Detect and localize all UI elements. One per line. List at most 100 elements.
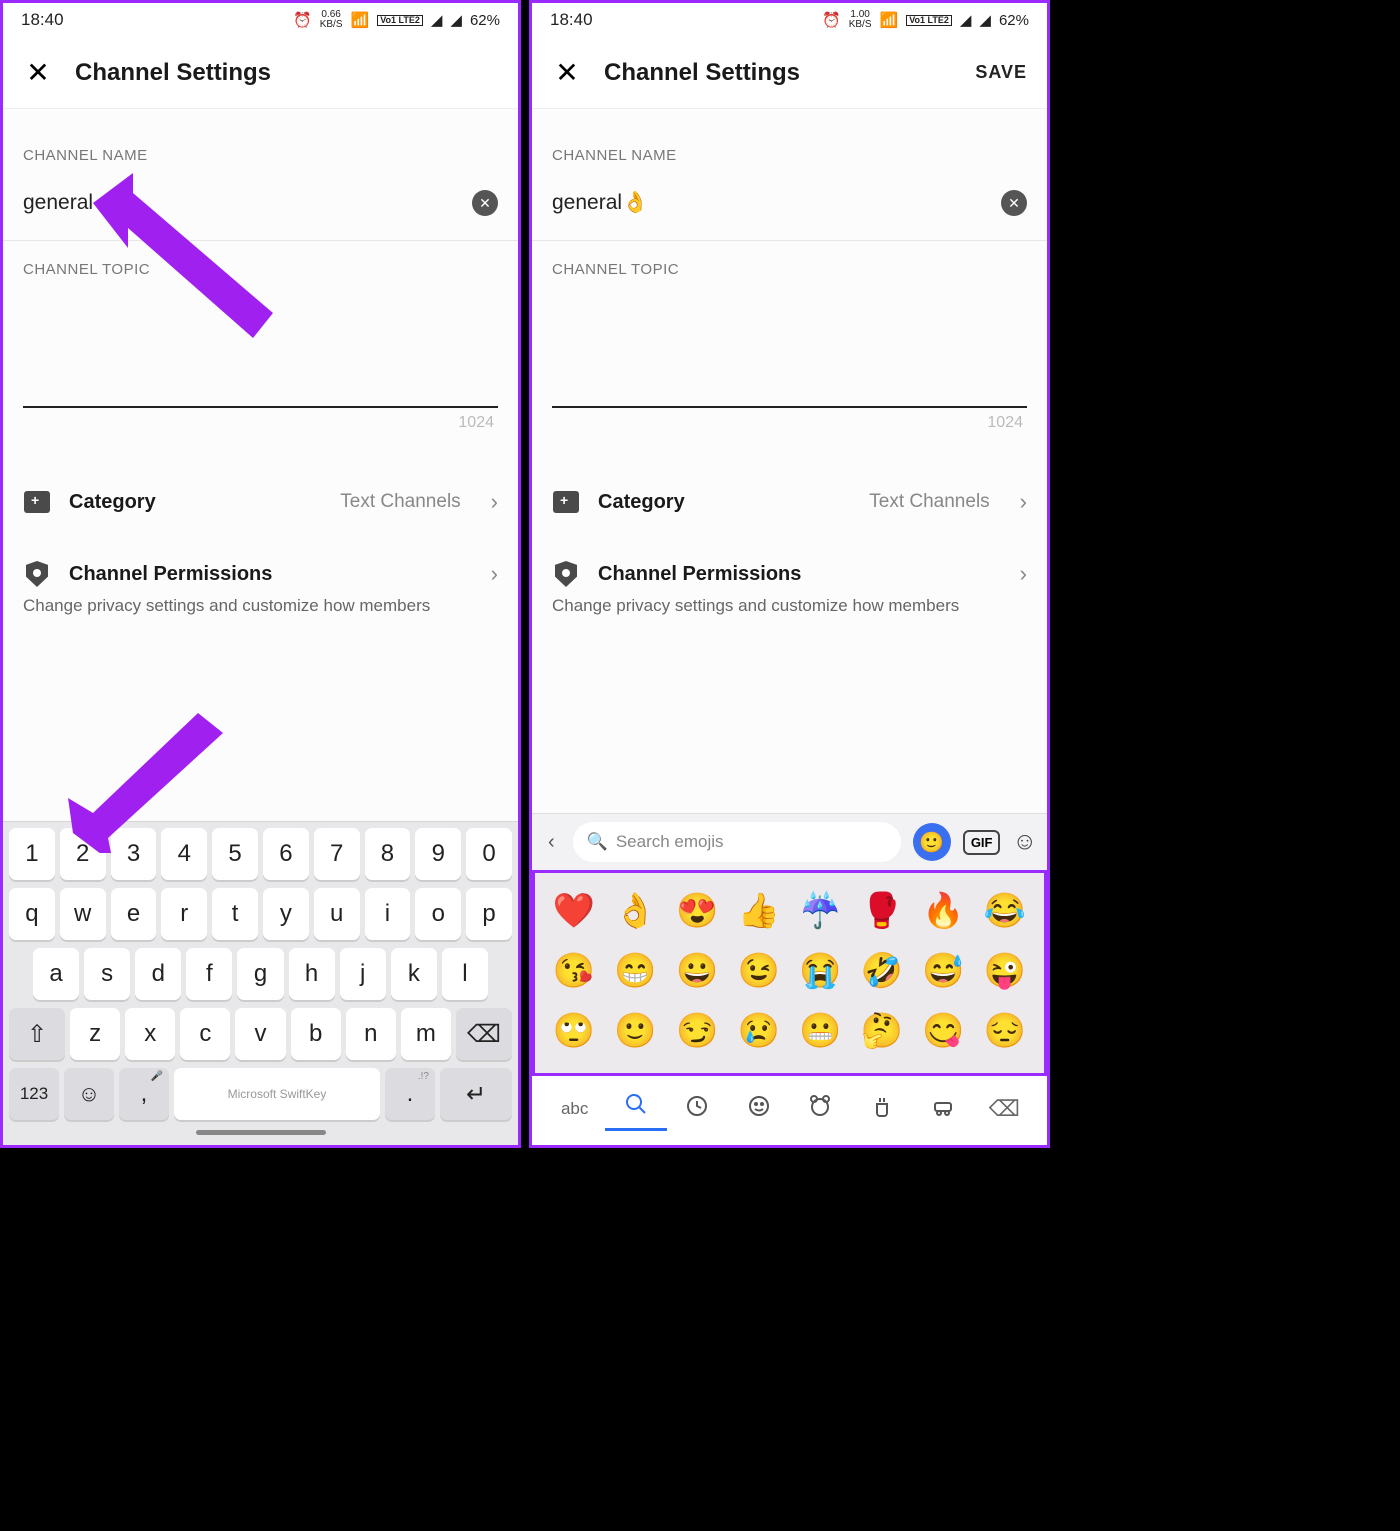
channel-topic-input[interactable] [552,288,1027,408]
clear-icon[interactable]: ✕ [472,190,498,216]
emoji-item[interactable]: 😁 [611,951,661,991]
key-z[interactable]: z [70,1008,120,1060]
emoji-item[interactable]: 😅 [918,951,968,991]
backspace-key[interactable]: ⌫ [456,1008,512,1060]
emoji-item[interactable]: 😬 [795,1011,845,1051]
emoji-item[interactable]: 😭 [795,951,845,991]
food-category-icon[interactable] [851,1088,912,1130]
emoji-item[interactable]: ☔ [795,891,845,931]
category-row[interactable]: Category Text Channels › [532,466,1047,538]
emoji-item[interactable]: 🤣 [857,951,907,991]
emoji-item[interactable]: 😉 [734,951,784,991]
emoji-item[interactable]: 🤔 [857,1011,907,1051]
animals-category-icon[interactable] [790,1088,851,1130]
emoji-item[interactable]: 🙂 [611,1011,661,1051]
emoji-item[interactable]: 👍 [734,891,784,931]
key-6[interactable]: 6 [263,828,309,880]
key-w[interactable]: w [60,888,106,940]
back-icon[interactable]: ‹ [542,827,561,858]
emoji-item[interactable]: 🥊 [857,891,907,931]
key-n[interactable]: n [346,1008,396,1060]
emoji-item[interactable]: 👌 [611,891,661,931]
key-o[interactable]: o [415,888,461,940]
key-j[interactable]: j [340,948,386,1000]
search-icon: 🔍 [587,832,608,852]
smiley-category-icon[interactable] [728,1088,789,1130]
emoji-item[interactable]: ❤️ [549,891,599,931]
key-f[interactable]: f [186,948,232,1000]
emoji-item[interactable]: 😍 [672,891,722,931]
sticker-button[interactable]: ☺ [1012,828,1037,856]
key-a[interactable]: a [33,948,79,1000]
key-8[interactable]: 8 [365,828,411,880]
key-g[interactable]: g [237,948,283,1000]
emoji-item[interactable]: 😘 [549,951,599,991]
key-t[interactable]: t [212,888,258,940]
key-s[interactable]: s [84,948,130,1000]
channel-name-input[interactable] [552,191,1001,215]
key-c[interactable]: c [180,1008,230,1060]
emoji-item[interactable]: 😏 [672,1011,722,1051]
key-2[interactable]: 2 [60,828,106,880]
key-h[interactable]: h [289,948,335,1000]
key-d[interactable]: d [135,948,181,1000]
key-7[interactable]: 7 [314,828,360,880]
emoji-item[interactable]: 🙄 [549,1011,599,1051]
home-indicator[interactable] [196,1130,326,1135]
emoji-item[interactable]: 😋 [918,1011,968,1051]
key-k[interactable]: k [391,948,437,1000]
close-icon[interactable]: ✕ [552,56,582,89]
emoji-item[interactable]: 😀 [672,951,722,991]
permissions-row[interactable]: Channel Permissions › [532,538,1047,594]
emoji-item[interactable]: 😔 [980,1011,1030,1051]
key-4[interactable]: 4 [161,828,207,880]
backspace-icon[interactable]: ⌫ [974,1090,1035,1128]
key-e[interactable]: e [111,888,157,940]
key-u[interactable]: u [314,888,360,940]
symbols-key[interactable]: 123 [9,1068,59,1120]
channel-name-input[interactable] [23,191,472,215]
channel-topic-label: CHANNEL TOPIC [552,261,1027,278]
search-category-icon[interactable] [605,1086,666,1131]
shift-key[interactable]: ⇧ [9,1008,65,1060]
key-y[interactable]: y [263,888,309,940]
channel-topic-input[interactable] [23,288,498,408]
phone-right: 18:40 ⏰ 1.00 KB/S 📶 Vo1 LTE2 ◢ ◢ 62% ✕ C… [529,0,1050,1148]
emoji-item[interactable]: 😂 [980,891,1030,931]
key-l[interactable]: l [442,948,488,1000]
recent-category-icon[interactable] [667,1088,728,1130]
comma-key[interactable]: 🎤, [119,1068,169,1120]
key-i[interactable]: i [365,888,411,940]
travel-category-icon[interactable] [912,1088,973,1130]
key-1[interactable]: 1 [9,828,55,880]
key-m[interactable]: m [401,1008,451,1060]
emoji-tab-button[interactable]: 🙂 [913,823,951,861]
space-key[interactable]: Microsoft SwiftKey [174,1068,380,1120]
permissions-row[interactable]: Channel Permissions › [3,538,518,594]
emoji-item[interactable]: 😜 [980,951,1030,991]
key-q[interactable]: q [9,888,55,940]
enter-key[interactable]: ↵ [440,1068,512,1120]
key-0[interactable]: 0 [466,828,512,880]
emoji-key[interactable]: ☺ [64,1068,114,1120]
key-9[interactable]: 9 [415,828,461,880]
emoji-search-input[interactable]: 🔍 Search emojis [573,822,901,862]
key-3[interactable]: 3 [111,828,157,880]
emoji-item[interactable]: 😢 [734,1011,784,1051]
abc-key[interactable]: abc [544,1093,605,1125]
key-p[interactable]: p [466,888,512,940]
save-button[interactable]: SAVE [975,62,1027,83]
emoji-item[interactable]: 🔥 [918,891,968,931]
gif-button[interactable]: GIF [963,830,1001,855]
key-b[interactable]: b [291,1008,341,1060]
folder-plus-icon [23,488,51,516]
key-x[interactable]: x [125,1008,175,1060]
key-v[interactable]: v [235,1008,285,1060]
category-row[interactable]: Category Text Channels › [3,466,518,538]
signal-icon: ◢ [431,11,443,29]
key-5[interactable]: 5 [212,828,258,880]
period-key[interactable]: .!?. [385,1068,435,1120]
close-icon[interactable]: ✕ [23,56,53,89]
clear-icon[interactable]: ✕ [1001,190,1027,216]
key-r[interactable]: r [161,888,207,940]
